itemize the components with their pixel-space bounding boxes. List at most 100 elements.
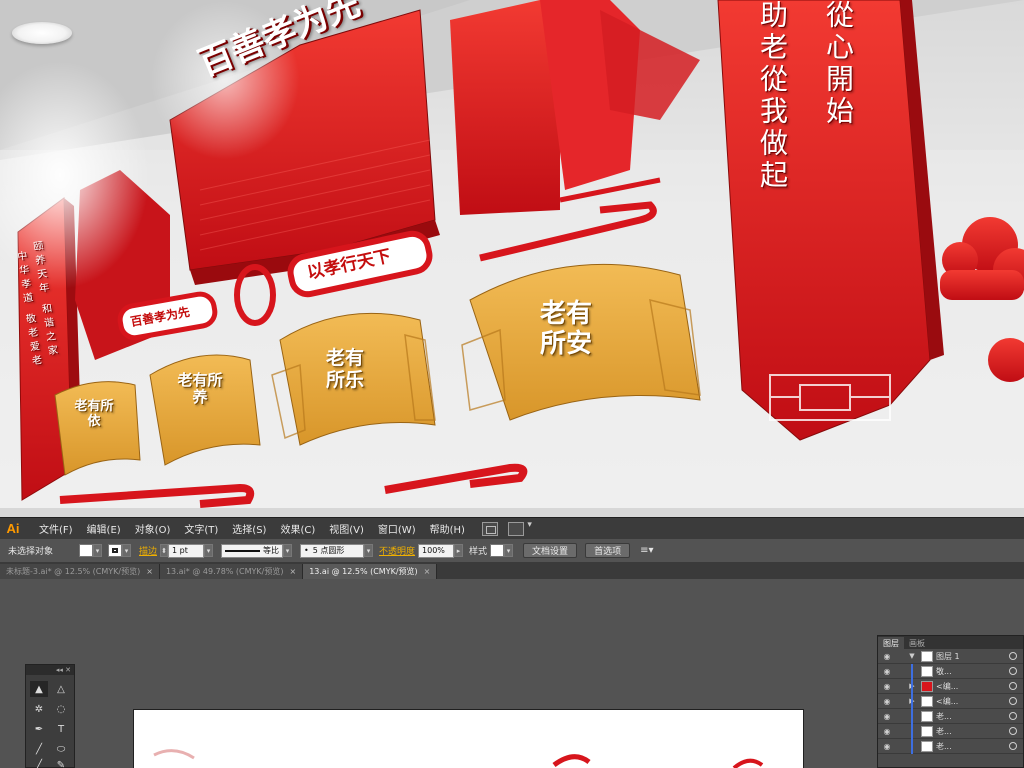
bridge-icon[interactable] <box>481 521 498 536</box>
menu-object[interactable]: 对象(O) <box>128 521 178 536</box>
menu-file[interactable]: 文件(F) <box>32 521 80 536</box>
direct-selection-tool-icon[interactable]: △ <box>52 681 70 697</box>
target-icon[interactable] <box>1009 712 1017 720</box>
layer-row[interactable]: ◉ 老... <box>878 739 1023 754</box>
menu-view[interactable]: 视图(V) <box>322 521 371 536</box>
layer-row[interactable]: ◉ ▶ <编... <box>878 679 1023 694</box>
visibility-eye-icon[interactable]: ◉ <box>878 727 896 736</box>
stroke-swatch[interactable] <box>108 544 122 557</box>
layers-panel: 图层 画板 ◉ ▼ 图层 1 ◉ 敬... ◉ ▶ <编... <box>877 635 1024 768</box>
target-icon[interactable] <box>1009 697 1017 705</box>
close-icon[interactable]: × <box>290 567 297 576</box>
layer-thumbnail <box>921 710 933 722</box>
layer-name: 老... <box>936 711 952 721</box>
arrange-documents-icon[interactable] <box>507 520 532 536</box>
stroke-dropdown-icon[interactable]: ▾ <box>122 544 131 557</box>
visibility-eye-icon[interactable]: ◉ <box>878 712 896 721</box>
tab-label: 未标题-3.ai* @ 12.5% (CMYK/预览) <box>6 567 141 576</box>
opacity-field[interactable]: 100% <box>418 543 455 558</box>
target-icon[interactable] <box>1009 652 1017 660</box>
menu-effect[interactable]: 效果(C) <box>273 521 322 536</box>
target-icon[interactable] <box>1009 742 1017 750</box>
tab-label: 13.ai* @ 49.78% (CMYK/预览) <box>165 567 284 576</box>
visibility-eye-icon[interactable]: ◉ <box>878 682 896 691</box>
menu-help[interactable]: 帮助(H) <box>423 521 472 536</box>
tab-label: 13.ai @ 12.5% (CMYK/预览) <box>309 567 418 576</box>
layer-name: 老... <box>936 741 952 751</box>
layer-row[interactable]: ◉ 老... <box>878 709 1023 724</box>
layer-thumbnail <box>921 680 933 692</box>
stroke-profile-label: 等比 <box>263 546 280 555</box>
style-dropdown-icon[interactable]: ▾ <box>504 544 514 557</box>
menu-select[interactable]: 选择(S) <box>225 521 273 536</box>
menu-bar: Ai 文件(F) 编辑(E) 对象(O) 文字(T) 选择(S) 效果(C) 视… <box>0 517 1024 539</box>
close-icon[interactable]: × <box>146 567 153 576</box>
panel-menu-icon[interactable]: ≡▾ <box>640 545 653 556</box>
preferences-button[interactable]: 首选项 <box>585 543 631 558</box>
layer-row[interactable]: ◉ 老... <box>878 724 1023 739</box>
selection-tool-icon[interactable]: ▲ <box>30 681 48 697</box>
tab-document-3[interactable]: 13.ai @ 12.5% (CMYK/预览) × <box>303 564 438 579</box>
target-icon[interactable] <box>1009 667 1017 675</box>
layer-row[interactable]: ◉ ▼ 图层 1 <box>878 649 1023 664</box>
fill-swatch[interactable] <box>79 544 93 557</box>
menu-edit[interactable]: 编辑(E) <box>80 521 128 536</box>
expand-triangle-icon[interactable]: ▼ <box>906 652 918 660</box>
paintbrush-tool-icon[interactable]: ╱ <box>30 757 48 768</box>
tab-document-1[interactable]: 未标题-3.ai* @ 12.5% (CMYK/预览) × <box>0 564 160 579</box>
fill-dropdown-icon[interactable]: ▾ <box>93 544 102 557</box>
tab-artboards[interactable]: 画板 <box>904 637 930 649</box>
style-swatch[interactable] <box>490 544 505 557</box>
stroke-profile-field[interactable]: 等比 <box>221 543 284 558</box>
layer-row[interactable]: ◉ 敬... <box>878 664 1023 679</box>
document-setup-button[interactable]: 文档设置 <box>523 543 578 558</box>
visibility-eye-icon[interactable]: ◉ <box>878 742 896 751</box>
screenshot-root: 百善孝为先 中华孝道 敬老爱老 颐养天年 和谐之家 從心開始 助老從我做起 百善… <box>0 0 1024 768</box>
pencil-tool-icon[interactable]: ✎ <box>52 757 70 768</box>
lasso-tool-icon[interactable]: ◌ <box>52 701 70 717</box>
workspace[interactable]: ◂◂ ✕ ▲ △ ✲ ◌ ✒ T ╱ ⬭ ╱ ✎ 图层 画板 ◉ ▼ 图层 1 <box>0 579 1024 768</box>
menu-type[interactable]: 文字(T) <box>177 521 225 536</box>
stroke-profile-dropdown-icon[interactable]: ▾ <box>283 544 293 557</box>
layer-name: 老... <box>936 726 952 736</box>
control-bar: 未选择对象 ▾ ▾ 描边 ⬍ 1 pt ▾ 等比 ▾ • 5 点圆形 ▾ 不透明度… <box>0 539 1024 563</box>
type-tool-icon[interactable]: T <box>52 721 70 737</box>
close-icon[interactable]: × <box>424 567 431 576</box>
artboard-artwork <box>153 749 764 768</box>
tools-panel: ◂◂ ✕ ▲ △ ✲ ◌ ✒ T ╱ ⬭ ╱ ✎ <box>25 664 75 768</box>
layer-thumbnail <box>921 740 933 752</box>
right-scroll-text-2: 助老從我做起 <box>756 0 789 192</box>
layer-name: 敬... <box>936 666 952 676</box>
brush-dropdown-icon[interactable]: ▾ <box>364 544 374 557</box>
stroke-label[interactable]: 描边 <box>139 544 157 557</box>
opacity-dropdown-icon[interactable]: ▸ <box>454 544 464 557</box>
line-tool-icon[interactable]: ╱ <box>30 741 48 757</box>
brush-label: 5 点圆形 <box>312 546 345 555</box>
menu-window[interactable]: 窗口(W) <box>371 521 423 536</box>
stroke-stepper-icon[interactable]: ⬍ <box>160 544 169 557</box>
opacity-label[interactable]: 不透明度 <box>379 544 415 557</box>
layer-row[interactable]: ◉ ▶ <编... <box>878 694 1023 709</box>
layer-thumbnail <box>921 725 933 737</box>
fan-label-2: 老有所养 <box>177 371 223 407</box>
visibility-eye-icon[interactable]: ◉ <box>878 652 896 661</box>
tab-document-2[interactable]: 13.ai* @ 49.78% (CMYK/预览) × <box>159 564 304 579</box>
magic-wand-tool-icon[interactable]: ✲ <box>30 701 48 717</box>
pen-tool-icon[interactable]: ✒ <box>30 721 48 737</box>
visibility-eye-icon[interactable]: ◉ <box>878 697 896 706</box>
artboard[interactable] <box>133 709 804 768</box>
fan-label-3: 老有所乐 <box>325 347 364 391</box>
render-preview: 百善孝为先 中华孝道 敬老爱老 颐养天年 和谐之家 從心開始 助老從我做起 百善… <box>0 0 1024 517</box>
stroke-weight-dropdown-icon[interactable]: ▾ <box>204 544 214 557</box>
stroke-weight-field[interactable]: 1 pt <box>168 543 205 558</box>
brush-field[interactable]: • 5 点圆形 <box>300 543 365 558</box>
layer-name: <编... <box>936 681 959 691</box>
tools-panel-header[interactable]: ◂◂ ✕ <box>26 665 74 675</box>
style-label: 样式 <box>469 547 488 557</box>
target-icon[interactable] <box>1009 682 1017 690</box>
ellipse-tool-icon[interactable]: ⬭ <box>52 741 70 757</box>
tab-layers[interactable]: 图层 <box>878 637 904 649</box>
target-icon[interactable] <box>1009 727 1017 735</box>
visibility-eye-icon[interactable]: ◉ <box>878 667 896 676</box>
app-logo: Ai <box>6 521 20 536</box>
